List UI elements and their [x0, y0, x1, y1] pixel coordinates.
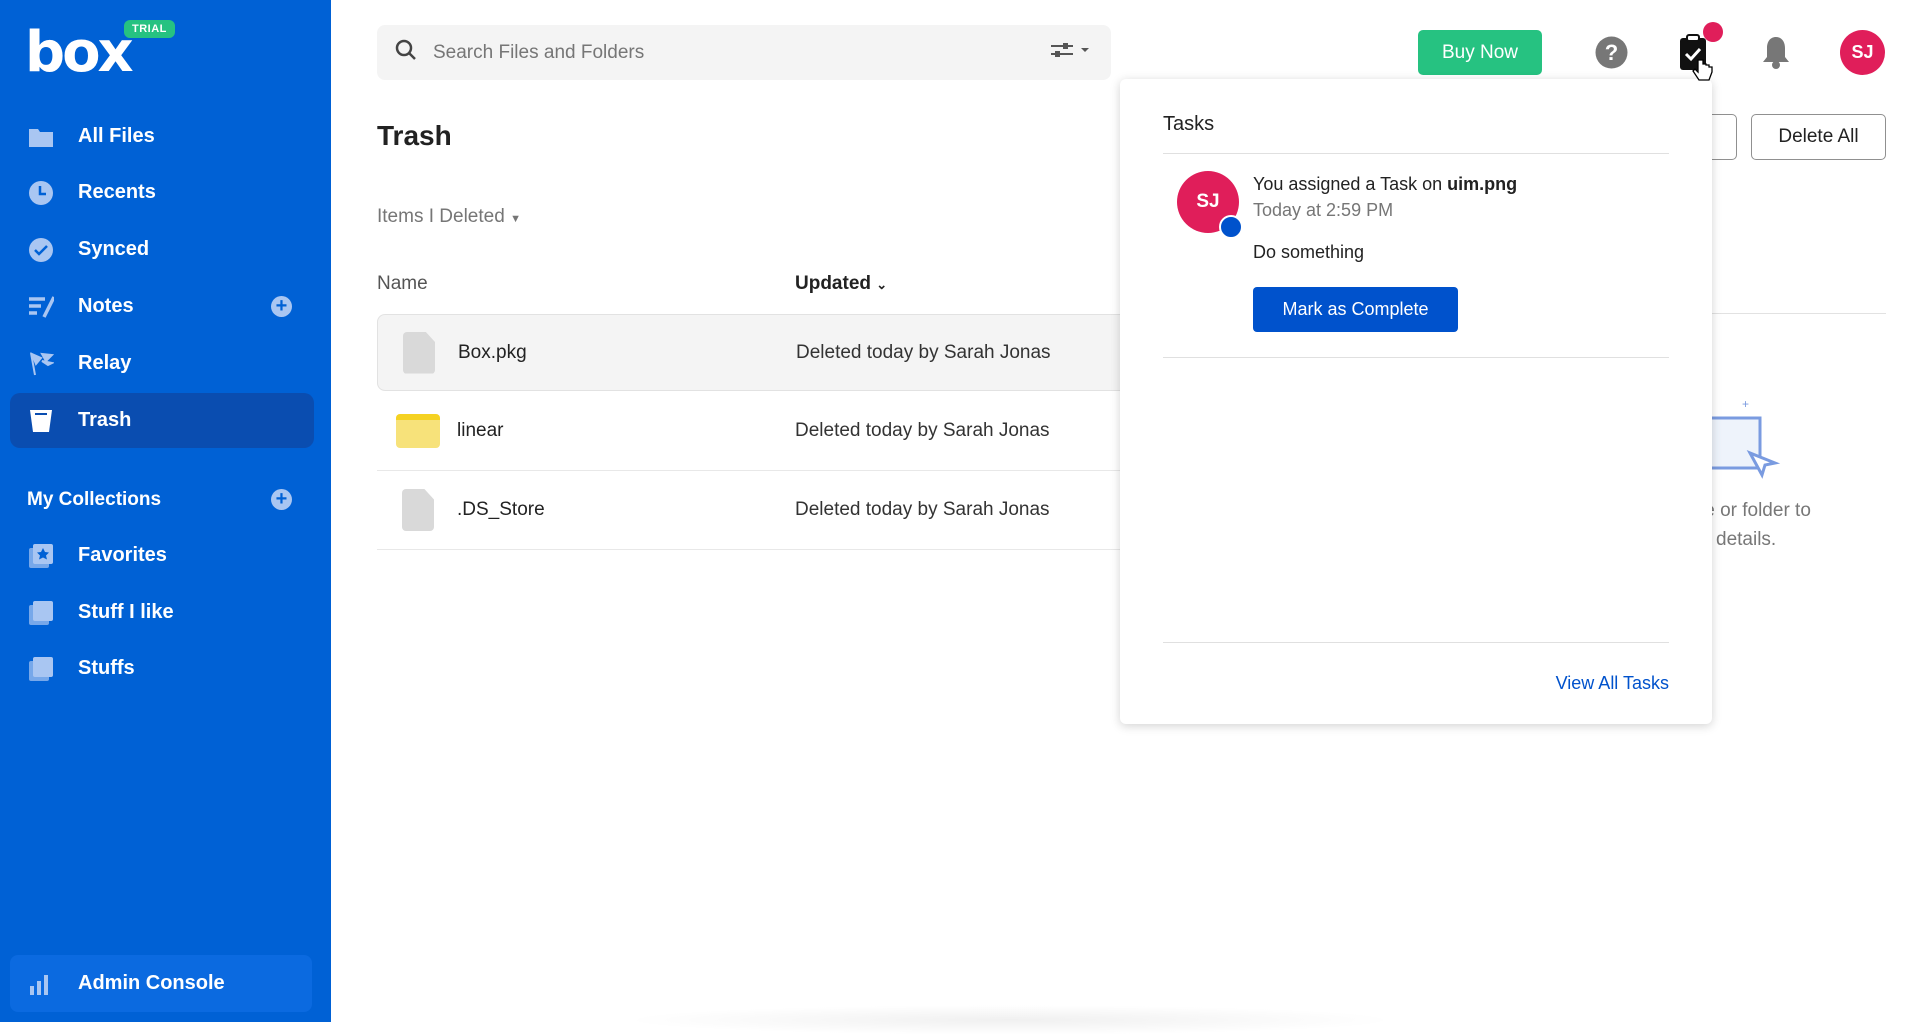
add-collection-icon[interactable]: + [271, 489, 292, 510]
filter-dropdown[interactable]: Items I Deleted ▼ [377, 206, 521, 228]
caret-down-icon: ▼ [510, 213, 521, 225]
message-text: You assigned a Task on [1253, 174, 1448, 194]
sidebar-item-label: Trash [78, 409, 132, 431]
view-all-tasks-link[interactable]: View All Tasks [1556, 673, 1669, 694]
svg-text:?: ? [1605, 40, 1618, 65]
sidebar-item-label: Relay [78, 352, 132, 374]
empty-state-text-line1: le or folder to [1700, 500, 1811, 521]
divider [1163, 357, 1669, 358]
sidebar-item-stuffs[interactable]: Stuffs [10, 641, 314, 696]
task-description: Do something [1253, 242, 1365, 262]
search-icon [395, 39, 417, 66]
star-collection-icon [28, 543, 54, 569]
file-name[interactable]: .DS_Store [457, 499, 545, 521]
task-badge-icon [1219, 215, 1243, 239]
file-icon [403, 331, 435, 374]
divider [1163, 642, 1669, 643]
task-message: You assigned a Task on uim.png [1253, 174, 1517, 195]
chevron-down-icon: ⌄ [876, 277, 888, 292]
table-row[interactable]: linear Deleted today by Sarah Jonas [377, 391, 1177, 471]
hand-cursor-icon [1692, 58, 1714, 89]
empty-state-text-line2: details. [1716, 529, 1777, 550]
admin-console-button[interactable]: Admin Console [10, 955, 312, 1012]
notification-dot [1703, 22, 1723, 42]
notes-icon [28, 294, 54, 320]
search-bar[interactable]: Search Files and Folders [377, 25, 1111, 80]
add-note-icon[interactable]: + [271, 296, 292, 317]
filter-label: Items I Deleted [377, 206, 505, 227]
folder-icon [28, 124, 54, 150]
buy-now-button[interactable]: Buy Now [1418, 30, 1542, 75]
svg-text:+: + [1742, 398, 1749, 411]
column-header-name[interactable]: Name [377, 273, 428, 295]
help-icon[interactable]: ? [1595, 36, 1628, 74]
sidebar-item-label: Notes [78, 295, 134, 317]
trial-badge: TRIAL [124, 20, 175, 38]
sidebar: box TRIAL All Files Recents Synced Notes… [0, 0, 331, 1022]
column-header-updated[interactable]: Updated ⌄ [795, 273, 887, 295]
sidebar-item-all-files[interactable]: All Files [10, 109, 314, 164]
updated-text: Deleted today by Sarah Jonas [795, 499, 1050, 520]
column-label: Updated [795, 273, 871, 294]
file-name[interactable]: linear [457, 420, 503, 442]
task-file-link[interactable]: uim.png [1447, 174, 1517, 194]
search-input[interactable]: Search Files and Folders [433, 42, 644, 64]
sidebar-item-recents[interactable]: Recents [10, 165, 314, 220]
sidebar-item-label: Favorites [78, 544, 167, 566]
clock-icon [28, 180, 54, 206]
divider [1163, 153, 1669, 154]
sidebar-item-label: Synced [78, 238, 150, 260]
folder-icon [396, 413, 440, 448]
divider [1700, 313, 1886, 314]
delete-all-button[interactable]: Delete All [1751, 114, 1886, 160]
tasks-dropdown-panel: Tasks SJ You assigned a Task on uim.png … [1120, 79, 1712, 724]
page-title: Trash [377, 120, 452, 151]
bell-icon[interactable] [1760, 34, 1792, 75]
user-avatar[interactable]: SJ [1840, 30, 1885, 75]
sidebar-item-stuff-i-like[interactable]: Stuff I like [10, 585, 314, 640]
table-row[interactable]: .DS_Store Deleted today by Sarah Jonas [377, 471, 1177, 550]
task-time: Today at 2:59 PM [1253, 200, 1394, 220]
updated-text: Deleted today by Sarah Jonas [796, 341, 1051, 363]
file-icon [402, 489, 434, 531]
sidebar-item-label: Admin Console [78, 972, 225, 994]
table-row[interactable]: Box.pkg Deleted today by Sarah Jonas [377, 314, 1177, 391]
sidebar-item-synced[interactable]: Synced [10, 222, 314, 277]
panel-title: Tasks [1163, 113, 1215, 135]
sidebar-item-label: Stuffs [78, 657, 135, 679]
file-name[interactable]: Box.pkg [458, 342, 527, 364]
sidebar-item-notes[interactable]: Notes + [10, 279, 314, 334]
sidebar-item-favorites[interactable]: Favorites [10, 528, 314, 583]
my-collections-header[interactable]: My Collections + [10, 472, 314, 527]
sidebar-item-relay[interactable]: Relay [10, 336, 314, 391]
sidebar-item-label: Recents [78, 181, 156, 203]
check-circle-icon [28, 237, 54, 263]
relay-icon [28, 351, 54, 377]
sidebar-item-trash[interactable]: Trash [10, 393, 314, 448]
bottom-shadow [620, 1005, 1400, 1035]
box-logo[interactable]: box [25, 20, 134, 85]
updated-text: Deleted today by Sarah Jonas [795, 419, 1050, 441]
sidebar-item-label: Stuff I like [78, 601, 174, 623]
section-label: My Collections [27, 488, 162, 510]
trash-icon [28, 408, 54, 434]
collection-icon [28, 600, 54, 626]
search-filter-icon[interactable] [1049, 42, 1091, 63]
bar-chart-icon [28, 971, 54, 997]
sidebar-item-label: All Files [78, 125, 155, 147]
mark-as-complete-button[interactable]: Mark as Complete [1253, 287, 1458, 332]
collection-icon [28, 656, 54, 682]
